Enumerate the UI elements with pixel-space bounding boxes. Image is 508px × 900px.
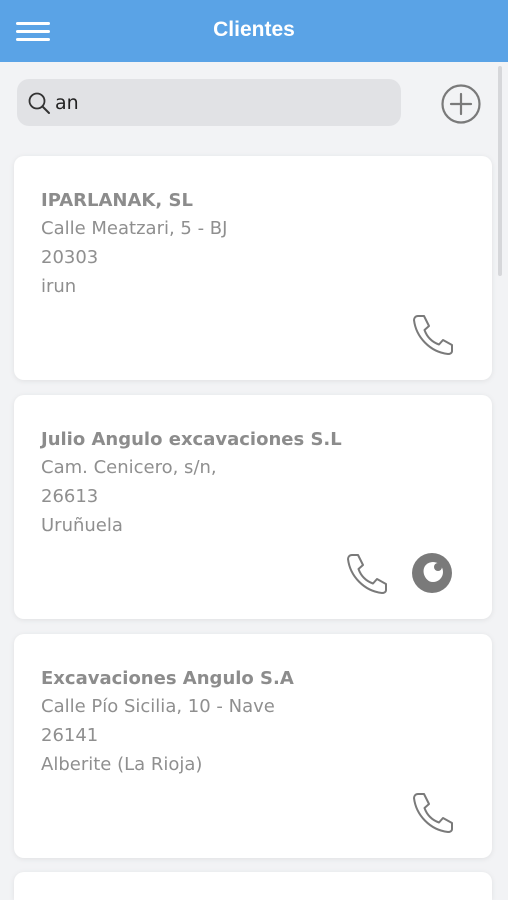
client-postal-code: 20303 xyxy=(41,247,99,268)
phone-icon[interactable] xyxy=(410,790,454,834)
phone-icon[interactable] xyxy=(410,312,454,356)
add-client-button[interactable] xyxy=(440,83,482,125)
scrollbar[interactable] xyxy=(498,66,502,276)
client-city: Alberite (La Rioja) xyxy=(41,754,203,775)
search-icon xyxy=(28,92,50,114)
client-name: Julio Angulo excavaciones S.L xyxy=(41,429,342,450)
page-title: Clientes xyxy=(213,18,295,41)
client-card[interactable]: Julio Angulo excavaciones S.L Cam. Cenic… xyxy=(14,395,492,619)
client-address: Calle Meatzari, 5 - BJ xyxy=(41,218,228,239)
client-card[interactable] xyxy=(14,872,492,900)
client-address: Calle Pío Sicilia, 10 - Nave xyxy=(41,696,275,717)
client-postal-code: 26141 xyxy=(41,725,99,746)
app-header: Clientes xyxy=(0,0,508,62)
firefox-browser-icon[interactable] xyxy=(410,551,454,595)
client-name: Excavaciones Angulo S.A xyxy=(41,668,294,689)
client-address: Cam. Cenicero, s/n, xyxy=(41,457,217,478)
search-bar xyxy=(17,79,401,126)
client-city: Uruñuela xyxy=(41,515,123,536)
client-postal-code: 26613 xyxy=(41,486,99,507)
client-card[interactable]: IPARLANAK, SL Calle Meatzari, 5 - BJ 203… xyxy=(14,156,492,380)
client-card[interactable]: Excavaciones Angulo S.A Calle Pío Sicili… xyxy=(14,634,492,858)
client-name: IPARLANAK, SL xyxy=(41,190,193,211)
phone-icon[interactable] xyxy=(344,551,388,595)
client-city: irun xyxy=(41,276,77,297)
search-input[interactable] xyxy=(55,85,385,121)
